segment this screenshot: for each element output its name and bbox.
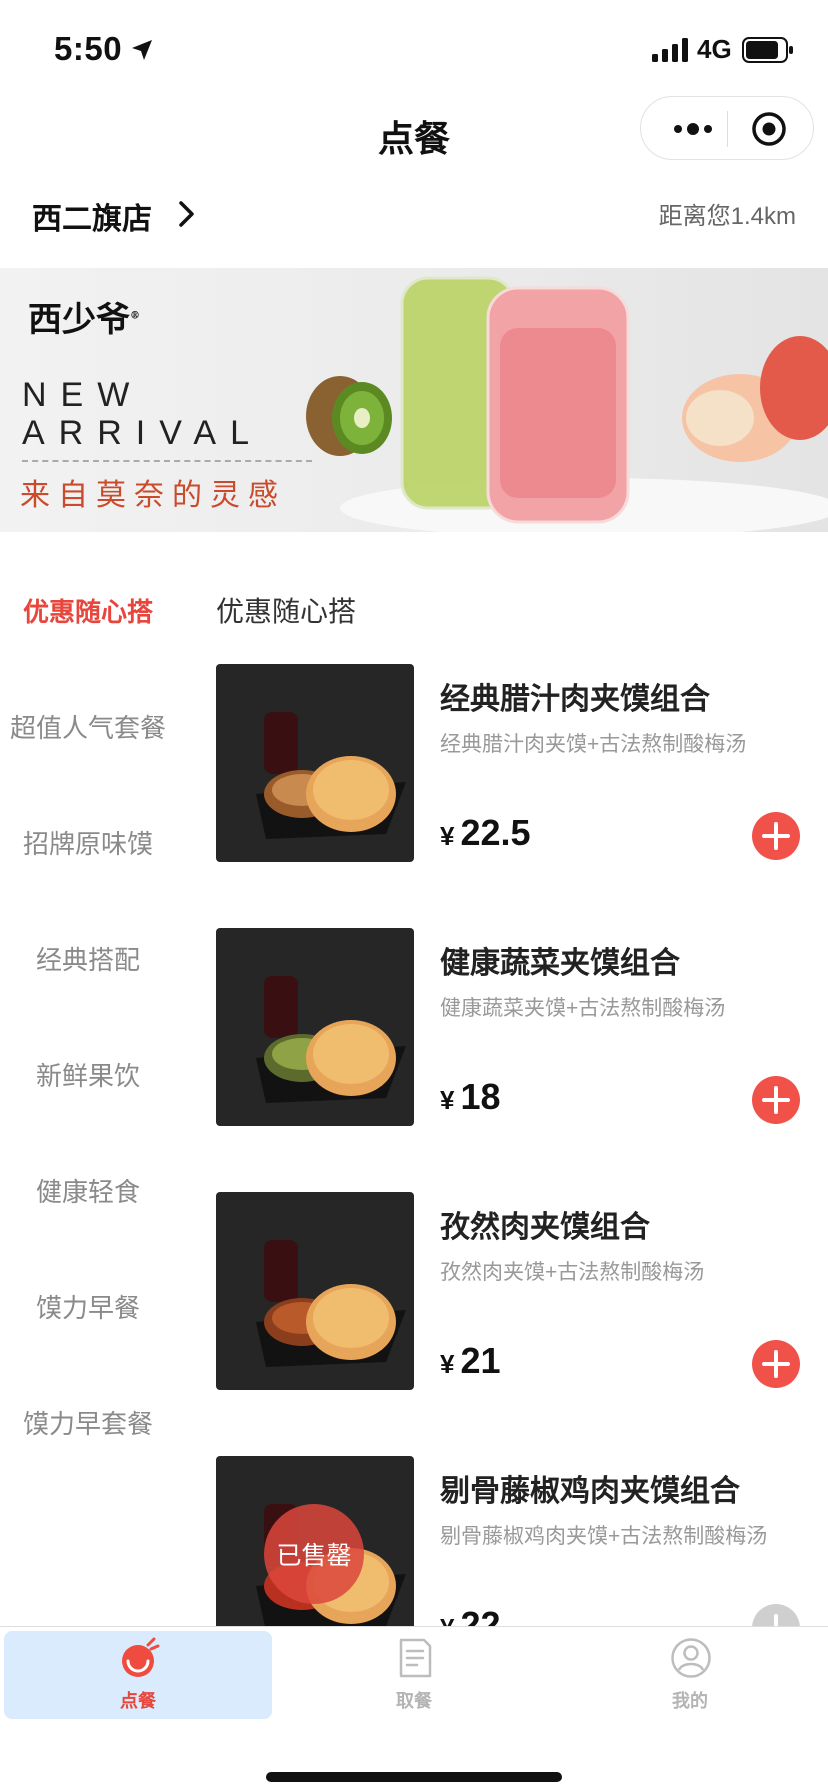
add-to-cart-icon[interactable]	[752, 1076, 800, 1124]
status-bar: 5:50 4G	[0, 0, 828, 96]
product-name: 经典腊汁肉夹馍组合	[440, 683, 710, 716]
product-price: ¥22.5	[440, 812, 531, 853]
product-price: ¥21	[440, 1340, 501, 1381]
order-icon	[122, 1637, 160, 1677]
category-sidebar: 优惠随心搭 超值人气套餐 招牌原味馍 经典搭配 新鲜果饮 健康轻食 馍力早餐 馍…	[0, 532, 176, 1626]
category-item[interactable]: 馍力早套餐	[0, 1404, 176, 1441]
tab-profile[interactable]: 我的	[556, 1631, 824, 1719]
product-image	[216, 664, 414, 862]
category-item[interactable]: 经典搭配	[0, 940, 176, 977]
battery-icon	[742, 37, 793, 63]
product-desc: 经典腊汁肉夹馍+古法熬制酸梅汤	[440, 733, 747, 756]
product-name: 健康蔬菜夹馍组合	[440, 947, 680, 980]
store-selector[interactable]: 西二旗店 距离您1.4km	[0, 184, 828, 268]
category-item[interactable]: 招牌原味馍	[0, 824, 176, 861]
capsule-divider	[727, 111, 728, 147]
home-indicator[interactable]	[266, 1772, 562, 1782]
tab-label: 我的	[672, 1691, 708, 1711]
tab-label: 点餐	[120, 1691, 156, 1711]
screen: 5:50 4G 点餐 西二旗店 距离您1.4km 西少爷® NEW ARRIVA…	[0, 0, 828, 1792]
drinks-image	[306, 276, 828, 532]
close-mini-program-icon[interactable]	[751, 111, 787, 147]
tab-order[interactable]: 点餐	[4, 1631, 272, 1719]
location-arrow-icon	[132, 40, 152, 60]
category-item[interactable]: 健康轻食	[0, 1172, 176, 1209]
more-icon[interactable]	[665, 113, 721, 145]
product-price: ¥18	[440, 1076, 501, 1117]
brand-logo: 西少爷®	[28, 300, 140, 340]
banner-divider	[22, 460, 312, 462]
product-desc: 孜然肉夹馍+古法熬制酸梅汤	[440, 1261, 705, 1284]
chevron-right-icon	[179, 201, 194, 227]
add-to-cart-icon[interactable]	[752, 812, 800, 860]
profile-icon	[671, 1638, 711, 1678]
product-desc: 健康蔬菜夹馍+古法熬制酸梅汤	[440, 997, 726, 1020]
product-image	[216, 928, 414, 1126]
product-item[interactable]: 经典腊汁肉夹馍组合 经典腊汁肉夹馍+古法熬制酸梅汤 ¥22.5	[216, 664, 828, 864]
tab-label: 取餐	[396, 1691, 432, 1711]
signal-icon	[652, 38, 688, 62]
add-to-cart-icon[interactable]	[752, 1340, 800, 1388]
mini-program-capsule	[640, 96, 814, 160]
category-item[interactable]: 新鲜果饮	[0, 1056, 176, 1093]
nav-bar: 点餐	[0, 96, 828, 184]
store-distance: 距离您1.4km	[658, 203, 796, 230]
category-item[interactable]: 超值人气套餐	[0, 708, 176, 745]
receipt-icon	[399, 1638, 432, 1678]
product-item[interactable]: 健康蔬菜夹馍组合 健康蔬菜夹馍+古法熬制酸梅汤 ¥18	[216, 928, 828, 1128]
product-desc: 剔骨藤椒鸡肉夹馍+古法熬制酸梅汤	[440, 1525, 768, 1548]
section-title: 优惠随心搭	[216, 596, 357, 627]
category-item[interactable]: 馍力早餐	[0, 1288, 176, 1325]
tab-bar: 点餐 取餐 我的	[0, 1626, 828, 1792]
tab-pickup[interactable]: 取餐	[280, 1631, 548, 1719]
banner-headline: NEW ARRIVAL	[22, 376, 263, 452]
product-item[interactable]: 孜然肉夹馍组合 孜然肉夹馍+古法熬制酸梅汤 ¥21	[216, 1192, 828, 1392]
product-name: 剔骨藤椒鸡肉夹馍组合	[440, 1475, 740, 1508]
sold-out-badge: 已售罄	[264, 1504, 364, 1604]
product-image	[216, 1192, 414, 1390]
banner-subtitle: 来自莫奈的灵感	[20, 479, 286, 512]
status-time: 5:50	[54, 30, 123, 67]
category-item[interactable]: 优惠随心搭	[0, 592, 176, 629]
product-name: 孜然肉夹馍组合	[440, 1211, 650, 1244]
promo-banner[interactable]: 西少爷® NEW ARRIVAL 来自莫奈的灵感	[0, 268, 828, 532]
network-type: 4G	[697, 34, 732, 64]
store-name: 西二旗店	[32, 203, 152, 236]
